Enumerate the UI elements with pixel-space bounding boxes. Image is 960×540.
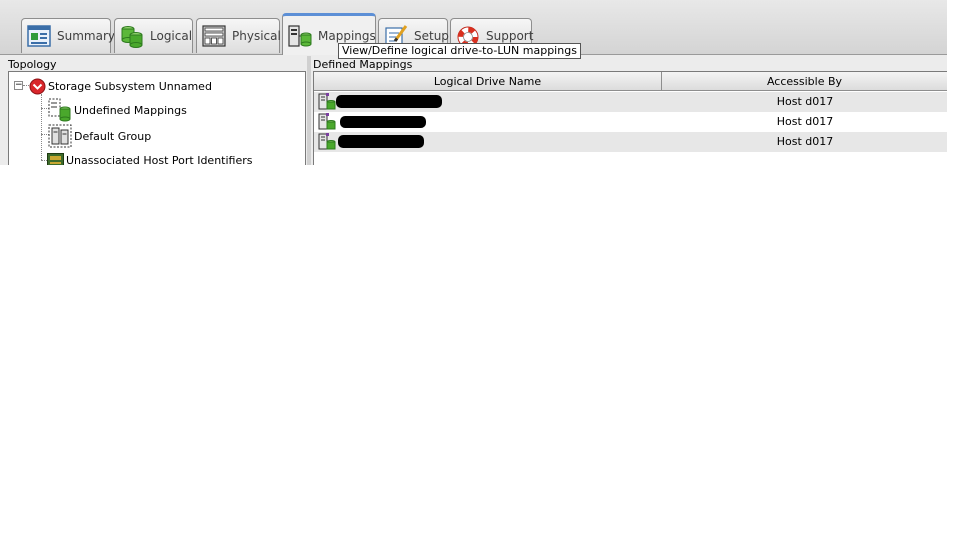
redacted-drive-name <box>338 135 424 148</box>
table-row[interactable]: Host d017 <box>314 132 947 152</box>
storage-subsystem-icon <box>29 78 46 94</box>
redacted-drive-name <box>340 116 426 128</box>
tree-node-unassociated-host-ports[interactable]: Unassociated Host Port Identifiers <box>47 152 253 165</box>
accessible-by-cell: Host d017 <box>776 115 834 128</box>
logical-drive-mapping-icon <box>318 113 336 130</box>
tab-tooltip: View/Define logical drive-to-LUN mapping… <box>338 43 581 59</box>
defined-mappings-title: Defined Mappings <box>313 58 413 71</box>
column-header-accessible-by[interactable]: Accessible By <box>662 72 947 91</box>
tree-node-default-group[interactable]: Default Group <box>48 124 151 148</box>
storage-manager-window: Summary Logical Physical Mappings Setup … <box>0 0 947 165</box>
summary-icon <box>27 25 51 47</box>
column-header-logical-drive-name[interactable]: Logical Drive Name <box>314 72 662 91</box>
table-row[interactable]: Host d017 <box>314 112 947 132</box>
physical-drives-icon <box>202 25 226 47</box>
logical-drive-mapping-icon <box>318 133 336 150</box>
topology-title: Topology <box>8 58 57 71</box>
tab-label: Setup <box>414 29 449 43</box>
default-group-icon <box>48 124 72 148</box>
undefined-mappings-icon <box>48 98 71 122</box>
tree-node-undefined-mappings[interactable]: Undefined Mappings <box>48 98 187 122</box>
tab-summary[interactable]: Summary <box>21 18 115 53</box>
table-row-empty <box>314 152 947 165</box>
tab-label: Physical <box>232 29 281 43</box>
tab-physical[interactable]: Physical <box>196 18 281 53</box>
tree-node-label: Storage Subsystem Unnamed <box>48 79 212 93</box>
tree-node-label: Unassociated Host Port Identifiers <box>66 153 253 166</box>
accessible-by-cell: Host d017 <box>776 135 834 148</box>
tab-label: Support <box>486 29 534 43</box>
pane-splitter[interactable] <box>307 56 311 165</box>
host-port-icon <box>47 153 64 165</box>
mappings-icon <box>288 24 312 47</box>
tab-label: Mappings <box>318 28 376 43</box>
tab-label: Summary <box>57 29 115 43</box>
topology-tree[interactable]: − Storage Subsystem Unnamed Undefined Ma… <box>8 71 306 165</box>
tab-logical[interactable]: Logical <box>114 18 193 53</box>
tree-node-label: Default Group <box>74 129 152 143</box>
logical-drive-mapping-icon <box>318 93 336 110</box>
accessible-by-cell: Host d017 <box>776 95 834 108</box>
tree-node-storage-subsystem[interactable]: Storage Subsystem Unnamed <box>29 77 212 95</box>
collapse-toggle[interactable]: − <box>14 81 23 90</box>
mappings-table: Logical Drive Name Accessible By Host d0… <box>313 71 947 165</box>
table-row[interactable]: Host d017 <box>314 92 947 112</box>
logical-drives-icon <box>121 26 143 48</box>
redacted-drive-name <box>336 95 442 108</box>
tree-node-label: Undefined Mappings <box>74 103 187 117</box>
tab-label: Logical <box>150 29 193 43</box>
